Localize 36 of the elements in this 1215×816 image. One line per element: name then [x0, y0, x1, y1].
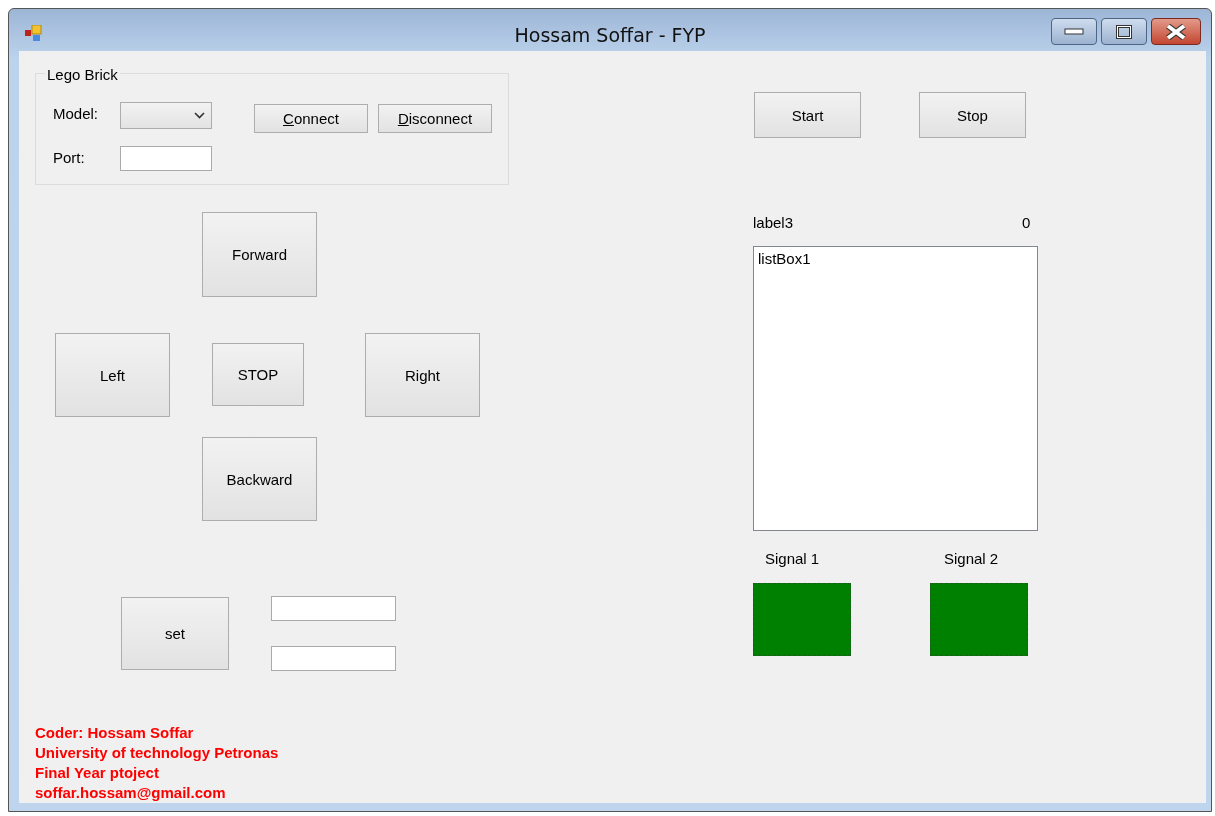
status-label: label3 [753, 214, 794, 231]
start-button[interactable]: Start [754, 92, 861, 138]
disconnect-button[interactable]: Disconnect [378, 104, 492, 133]
input-field[interactable] [271, 596, 396, 621]
minimize-button[interactable] [1051, 18, 1097, 45]
port-label: Port: [53, 149, 85, 166]
credit-text: Coder: Hossam Soffar [35, 723, 195, 743]
backward-button[interactable]: Backward [202, 437, 317, 521]
minimize-icon [1064, 27, 1084, 36]
forward-button[interactable]: Forward [202, 212, 317, 297]
maximize-button[interactable] [1101, 18, 1147, 45]
status-value: 0 [1022, 214, 1031, 231]
list-box[interactable]: listBox1 [753, 246, 1038, 531]
maximize-icon [1116, 24, 1132, 39]
close-button[interactable] [1151, 18, 1201, 45]
stop-button[interactable]: Stop [919, 92, 1026, 138]
group-title: Lego Brick [45, 66, 120, 83]
list-item[interactable]: listBox1 [758, 250, 1033, 267]
stop-button[interactable]: STOP [212, 343, 304, 406]
port-field[interactable] [120, 146, 212, 171]
close-icon [1165, 23, 1187, 40]
credit-text: Final Year ptoject [35, 763, 160, 783]
credit-text: University of technology Petronas [35, 743, 279, 763]
model-dropdown[interactable] [120, 102, 212, 129]
input-field[interactable] [271, 646, 396, 671]
set-button[interactable]: set [121, 597, 229, 670]
caret-icon [194, 112, 205, 119]
model-label: Model: [53, 105, 99, 122]
signal-label: Signal 2 [944, 550, 999, 567]
left-button[interactable]: Left [55, 333, 170, 417]
signal-label: Signal 1 [765, 550, 820, 567]
right-button[interactable]: Right [365, 333, 480, 417]
app-icon [25, 25, 42, 41]
window-title: Hossam Soffar - FYP [514, 24, 706, 46]
credit-text: soffar.hossam@gmail.com [35, 783, 227, 803]
connect-button[interactable]: Connect [254, 104, 368, 133]
